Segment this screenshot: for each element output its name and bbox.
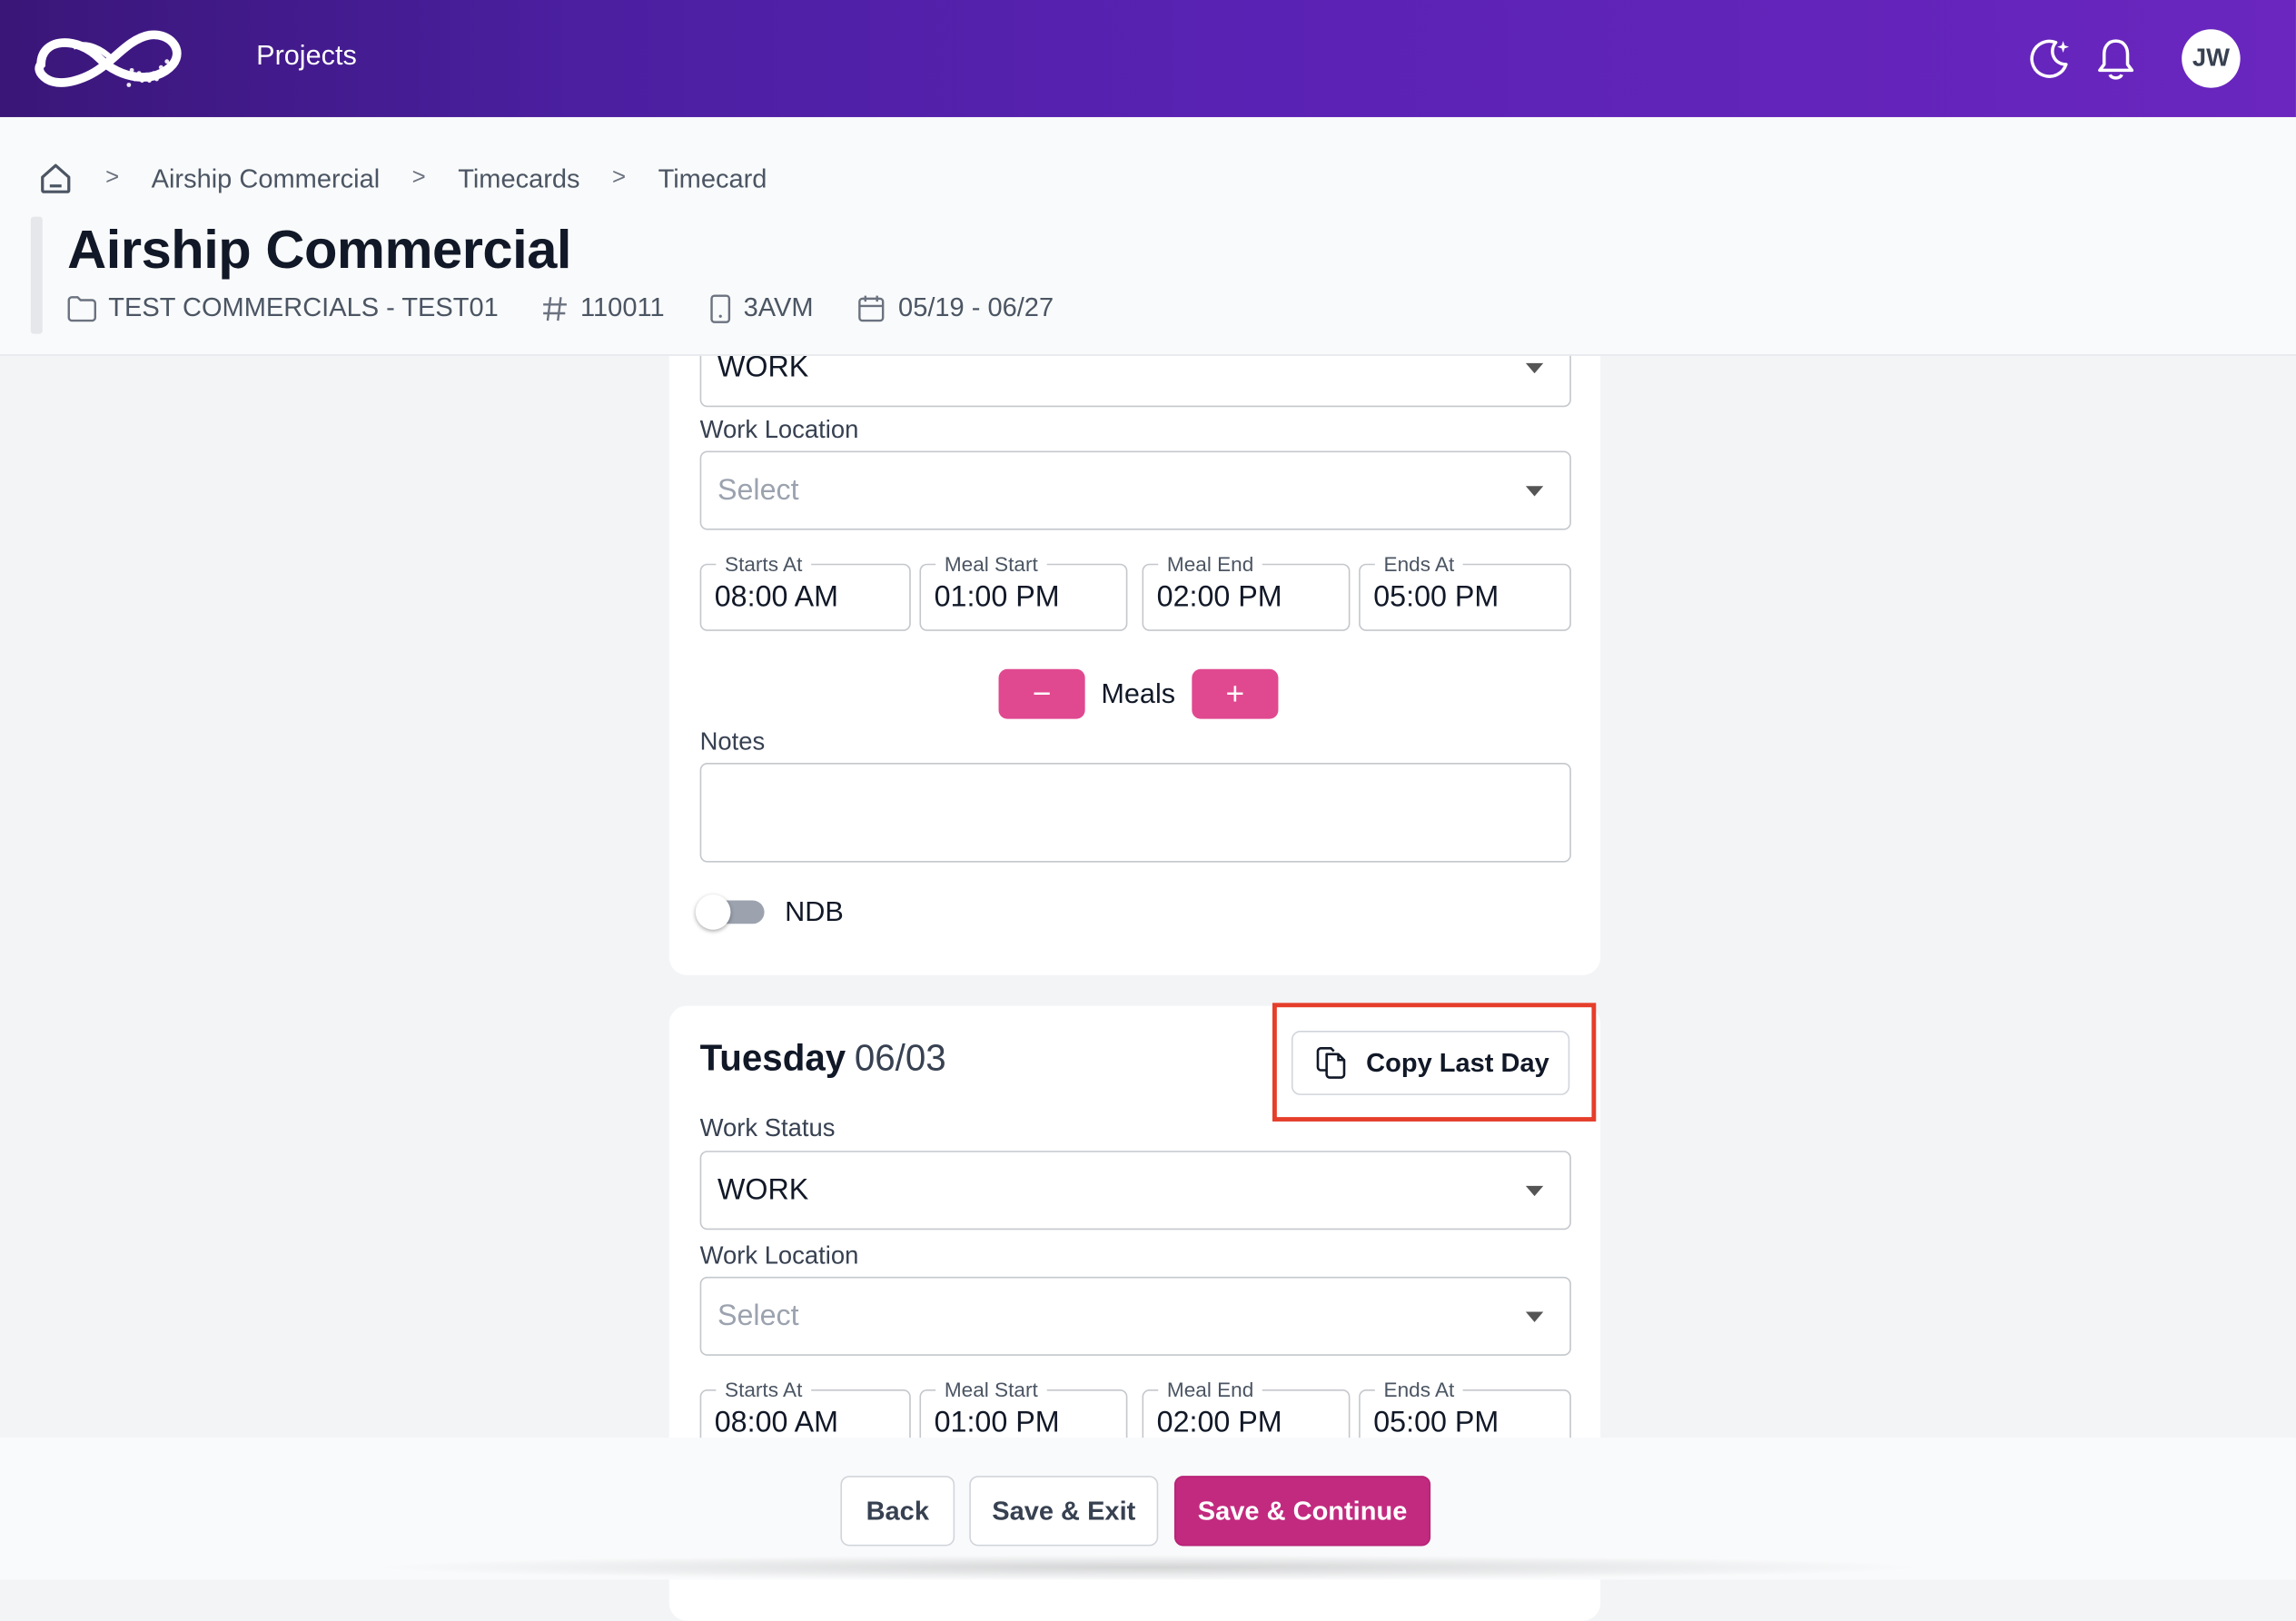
work-location-select-previous[interactable]: Select xyxy=(699,450,1571,530)
page-header: > Airship Commercial > Timecards > Timec… xyxy=(0,116,2296,356)
app-logo[interactable] xyxy=(29,21,190,97)
meal-end-input[interactable]: Meal End 02:00 PM xyxy=(1142,550,1351,631)
dark-mode-moon-icon[interactable] xyxy=(2026,35,2073,83)
folder-icon xyxy=(67,295,97,321)
chevron-right-icon: > xyxy=(612,165,627,191)
top-navigation-bar: Projects JW xyxy=(0,0,2296,117)
work-status-select[interactable]: WORK xyxy=(699,1151,1571,1231)
meal-start-input[interactable]: Meal Start 01:00 PM xyxy=(919,550,1128,631)
add-meal-button[interactable]: + xyxy=(1192,668,1279,719)
project-meta: TEST COMMERCIALS - TEST01 110011 3AVM 05… xyxy=(67,292,1097,323)
breadcrumb: > Airship Commercial > Timecards > Timec… xyxy=(38,161,767,196)
chevron-right-icon: > xyxy=(105,165,120,191)
day-title: Tuesday 06/03 xyxy=(699,1038,946,1080)
breadcrumb-item-project[interactable]: Airship Commercial xyxy=(152,163,381,194)
home-icon[interactable] xyxy=(38,161,74,196)
save-exit-button[interactable]: Save & Exit xyxy=(969,1476,1159,1547)
breadcrumb-item-timecards[interactable]: Timecards xyxy=(458,163,579,194)
work-location-select[interactable]: Select xyxy=(699,1276,1571,1356)
project-code: 3AVM xyxy=(743,292,814,322)
save-continue-button[interactable]: Save & Continue xyxy=(1173,1476,1431,1547)
user-avatar[interactable]: JW xyxy=(2182,29,2241,88)
notes-textarea[interactable] xyxy=(699,762,1571,863)
project-folder: TEST COMMERCIALS - TEST01 xyxy=(108,292,499,322)
work-status-label: Work Status xyxy=(699,1113,836,1142)
work-location-label: Work Location xyxy=(699,415,859,444)
dropdown-caret-icon xyxy=(1525,1185,1544,1197)
ends-at-input[interactable]: Ends At 05:00 PM xyxy=(1359,550,1571,631)
dropdown-caret-icon xyxy=(1525,1311,1544,1322)
page-title: Airship Commercial xyxy=(67,219,572,280)
chevron-right-icon: > xyxy=(411,165,426,191)
remove-meal-button[interactable]: − xyxy=(998,668,1085,719)
hash-icon xyxy=(543,296,568,321)
dropdown-caret-icon xyxy=(1525,486,1544,497)
notifications-bell-icon[interactable] xyxy=(2093,35,2137,83)
device-icon xyxy=(709,293,730,323)
footer-shadow xyxy=(366,1555,1934,1580)
starts-at-input[interactable]: Starts At 08:00 AM xyxy=(699,550,911,631)
title-accent-bar xyxy=(30,216,43,334)
dropdown-caret-icon xyxy=(1525,362,1544,374)
ndb-toggle-knob[interactable] xyxy=(695,895,731,930)
project-date-range: 05/19 - 06/27 xyxy=(898,292,1054,322)
highlight-box xyxy=(1272,1003,1597,1122)
work-location-label: Work Location xyxy=(699,1241,859,1270)
ndb-label: NDB xyxy=(785,897,844,929)
calendar-icon xyxy=(858,294,886,321)
breadcrumb-item-timecard: Timecard xyxy=(658,163,767,193)
nav-projects-link[interactable]: Projects xyxy=(256,41,357,73)
notes-label: Notes xyxy=(699,727,766,756)
project-number: 110011 xyxy=(580,292,665,322)
back-button[interactable]: Back xyxy=(840,1476,955,1547)
meals-label: Meals xyxy=(1101,679,1176,710)
